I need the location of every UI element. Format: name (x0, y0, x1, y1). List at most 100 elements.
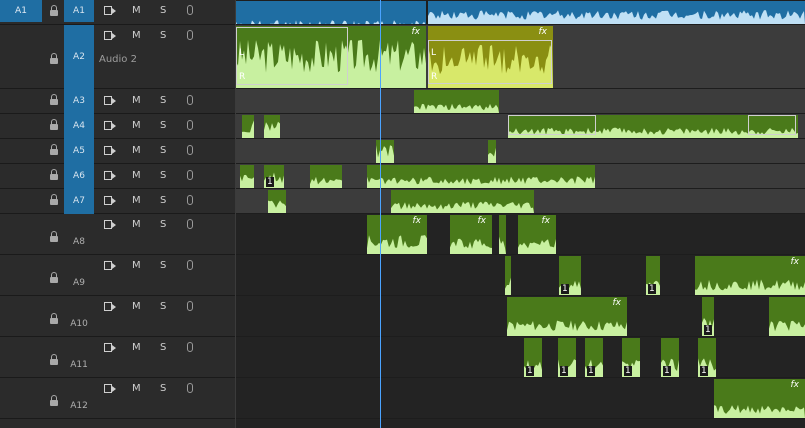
solo-button[interactable]: S (160, 145, 166, 157)
lock-icon[interactable] (49, 231, 59, 245)
voice-over-record-icon[interactable] (104, 384, 116, 393)
audio-clip[interactable]: 1 (661, 338, 679, 377)
audio-clip[interactable] (505, 256, 511, 295)
microphone-icon[interactable] (187, 5, 193, 15)
track-target-a7[interactable]: A7 (64, 189, 94, 214)
audio-clip[interactable] (391, 190, 534, 213)
track-target-a11[interactable]: A11 (64, 359, 94, 371)
mute-button[interactable]: M (132, 95, 141, 107)
audio-clip[interactable] (414, 90, 499, 113)
microphone-icon[interactable] (187, 383, 193, 393)
mute-button[interactable]: M (132, 260, 141, 272)
solo-button[interactable]: S (160, 383, 166, 395)
mute-button[interactable]: M (132, 120, 141, 132)
voice-over-record-icon[interactable] (104, 96, 116, 105)
lock-icon[interactable] (49, 5, 59, 19)
track-target-a10[interactable]: A10 (64, 318, 94, 330)
lock-icon[interactable] (49, 194, 59, 208)
microphone-icon[interactable] (187, 260, 193, 270)
solo-button[interactable]: S (160, 342, 166, 354)
lane-a5[interactable] (236, 139, 805, 164)
audio-clip[interactable]: 1 (264, 165, 284, 188)
audio-clip[interactable] (264, 115, 280, 138)
audio-clip[interactable] (367, 165, 595, 188)
lock-icon[interactable] (49, 94, 59, 108)
track-target-a9[interactable]: A9 (64, 277, 94, 289)
audio-clip[interactable] (499, 215, 506, 254)
microphone-icon[interactable] (187, 342, 193, 352)
voice-over-record-icon[interactable] (104, 146, 116, 155)
audio-clip[interactable]: fx (367, 215, 427, 254)
audio-clip[interactable]: 1 (702, 297, 714, 336)
voice-over-record-icon[interactable] (104, 6, 116, 15)
voice-over-record-icon[interactable] (104, 196, 116, 205)
solo-button[interactable]: S (160, 95, 166, 107)
audio-clip[interactable] (310, 165, 342, 188)
mute-button[interactable]: M (132, 301, 141, 313)
lock-icon[interactable] (49, 313, 59, 327)
audio-clip[interactable] (376, 140, 394, 163)
microphone-icon[interactable] (187, 30, 193, 40)
audio-clip[interactable] (488, 140, 496, 163)
voice-over-record-icon[interactable] (104, 220, 116, 229)
microphone-icon[interactable] (187, 301, 193, 311)
microphone-icon[interactable] (187, 195, 193, 205)
solo-button[interactable]: S (160, 5, 166, 17)
voice-over-record-icon[interactable] (104, 171, 116, 180)
solo-button[interactable]: S (160, 219, 166, 231)
voice-over-record-icon[interactable] (104, 121, 116, 130)
audio-clip[interactable]: 1 (622, 338, 640, 377)
solo-button[interactable]: S (160, 170, 166, 182)
track-target-a6[interactable]: A6 (64, 164, 94, 189)
playhead[interactable] (380, 0, 381, 428)
audio-clip-a1[interactable] (236, 1, 426, 24)
microphone-icon[interactable] (187, 120, 193, 130)
mute-button[interactable]: M (132, 219, 141, 231)
lane-a11[interactable] (236, 337, 805, 378)
mute-button[interactable]: M (132, 383, 141, 395)
source-patch-a1[interactable]: A1 (0, 0, 42, 22)
lock-icon[interactable] (49, 144, 59, 158)
microphone-icon[interactable] (187, 95, 193, 105)
lock-icon[interactable] (49, 169, 59, 183)
solo-button[interactable]: S (160, 301, 166, 313)
audio-clip[interactable]: 1 (585, 338, 603, 377)
solo-button[interactable]: S (160, 120, 166, 132)
audio-clip[interactable]: 1 (559, 256, 581, 295)
voice-over-record-icon[interactable] (104, 31, 116, 40)
track-target-a3[interactable]: A3 (64, 89, 94, 114)
audio-clip[interactable] (769, 297, 805, 336)
lock-icon[interactable] (49, 119, 59, 133)
track-target-a4[interactable]: A4 (64, 114, 94, 139)
audio-clip[interactable]: fx (714, 379, 805, 418)
audio-clip[interactable]: fx (507, 297, 627, 336)
audio-clip[interactable]: fx (518, 215, 556, 254)
solo-button[interactable]: S (160, 260, 166, 272)
track-target-a5[interactable]: A5 (64, 139, 94, 164)
audio-clip[interactable]: 1 (524, 338, 542, 377)
track-target-a1[interactable]: A1 (64, 0, 94, 22)
solo-button[interactable]: S (160, 30, 166, 42)
timeline-lanes[interactable]: fx L Rfx L R 1 fx fx fx 1 1 fx fx 1 1 1 1 1 1 1 fx (236, 0, 805, 428)
audio-clip[interactable] (242, 115, 254, 138)
audio-clip[interactable] (240, 165, 254, 188)
mute-button[interactable]: M (132, 5, 141, 17)
audio-clip[interactable]: 1 (646, 256, 660, 295)
lock-icon[interactable] (49, 53, 59, 67)
lane-a3[interactable] (236, 89, 805, 114)
solo-button[interactable]: S (160, 195, 166, 207)
track-target-a8[interactable]: A8 (64, 236, 94, 248)
voice-over-record-icon[interactable] (104, 261, 116, 270)
audio-clip-a1[interactable] (428, 1, 805, 24)
mute-button[interactable]: M (132, 170, 141, 182)
voice-over-record-icon[interactable] (104, 302, 116, 311)
lock-icon[interactable] (49, 354, 59, 368)
microphone-icon[interactable] (187, 170, 193, 180)
mute-button[interactable]: M (132, 195, 141, 207)
audio-clip[interactable]: fx (450, 215, 492, 254)
lock-icon[interactable] (49, 395, 59, 409)
mute-button[interactable]: M (132, 30, 141, 42)
audio-clip[interactable] (268, 190, 286, 213)
audio-clip[interactable]: 1 (558, 338, 576, 377)
audio-clip[interactable]: fx (695, 256, 805, 295)
